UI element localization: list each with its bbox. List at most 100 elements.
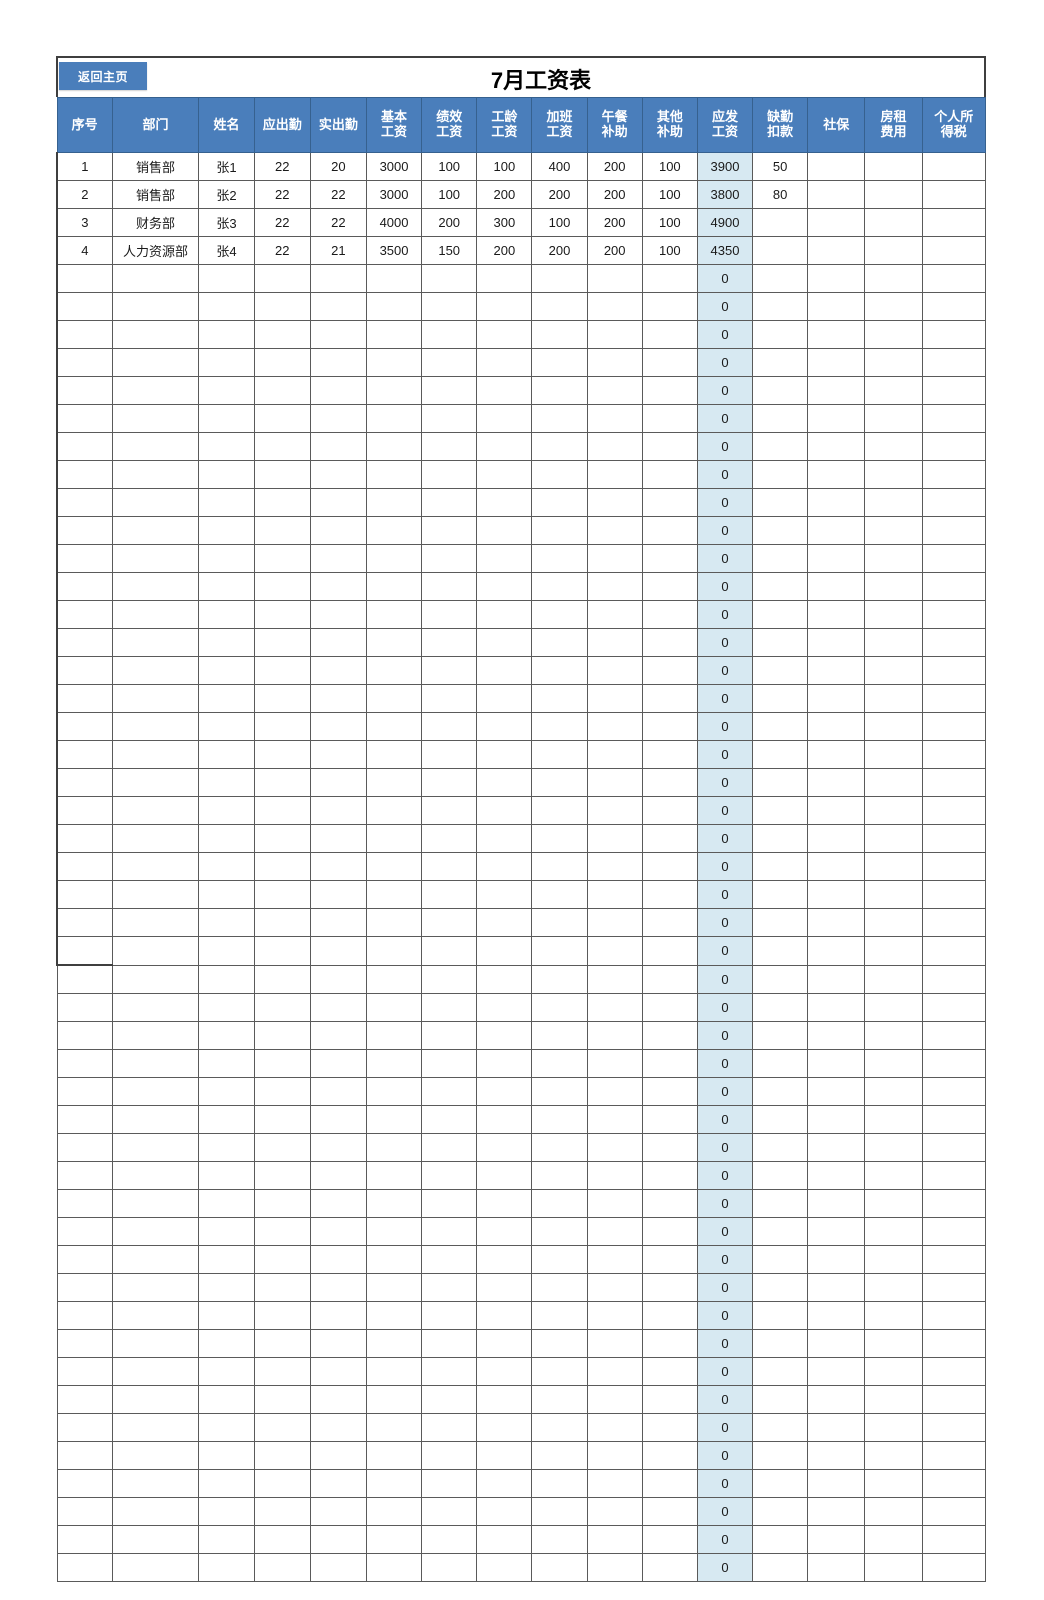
cell-due_att[interactable]	[253, 572, 311, 601]
cell-dept[interactable]: 销售部	[111, 152, 200, 181]
cell-seniority[interactable]	[476, 852, 533, 881]
cell-seniority[interactable]	[476, 908, 533, 937]
cell-overtime[interactable]	[531, 1161, 588, 1190]
cell-gross[interactable]: 0	[696, 1329, 754, 1358]
cell-social[interactable]	[807, 628, 866, 657]
cell-other[interactable]: 100	[641, 236, 698, 265]
cell-overtime[interactable]	[531, 516, 588, 545]
cell-name[interactable]	[198, 796, 255, 825]
cell-gross[interactable]: 0	[696, 1301, 754, 1330]
cell-lunch[interactable]	[586, 1525, 643, 1554]
cell-social[interactable]	[807, 880, 866, 909]
cell-real_att[interactable]	[309, 964, 367, 994]
cell-overtime[interactable]	[531, 1049, 588, 1078]
cell-base[interactable]	[365, 628, 423, 657]
cell-social[interactable]	[807, 236, 866, 265]
cell-gross[interactable]: 0	[696, 516, 754, 545]
cell-dept[interactable]	[111, 1357, 200, 1386]
cell-social[interactable]	[807, 1525, 866, 1554]
cell-real_att[interactable]	[309, 1077, 367, 1106]
cell-due_att[interactable]	[253, 1413, 311, 1442]
cell-lunch[interactable]: 200	[586, 208, 643, 237]
cell-perf[interactable]	[421, 1133, 478, 1162]
cell-tax[interactable]	[921, 1413, 987, 1442]
cell-base[interactable]	[365, 1553, 423, 1582]
cell-overtime[interactable]	[531, 460, 588, 489]
cell-dept[interactable]	[111, 1049, 200, 1078]
cell-overtime[interactable]	[531, 1273, 588, 1302]
cell-overtime[interactable]	[531, 768, 588, 797]
cell-dept[interactable]	[111, 880, 200, 909]
cell-other[interactable]	[641, 292, 698, 321]
cell-due_att[interactable]	[253, 1441, 311, 1470]
cell-idx[interactable]	[55, 628, 113, 657]
cell-overtime[interactable]	[531, 1525, 588, 1554]
cell-other[interactable]	[641, 432, 698, 461]
cell-rent[interactable]	[864, 572, 923, 601]
column-header-idx[interactable]: 序号	[56, 97, 113, 153]
cell-rent[interactable]	[864, 292, 923, 321]
cell-gross[interactable]: 0	[696, 712, 754, 741]
cell-dept[interactable]	[111, 684, 200, 713]
cell-name[interactable]	[198, 348, 255, 377]
cell-base[interactable]	[365, 516, 423, 545]
cell-tax[interactable]	[921, 236, 987, 265]
cell-perf[interactable]	[421, 964, 478, 994]
cell-social[interactable]	[807, 432, 866, 461]
cell-other[interactable]	[641, 768, 698, 797]
cell-tax[interactable]	[921, 1105, 987, 1134]
cell-real_att[interactable]	[309, 824, 367, 853]
cell-overtime[interactable]	[531, 432, 588, 461]
cell-idx[interactable]	[55, 684, 113, 713]
cell-dept[interactable]	[111, 1385, 200, 1414]
cell-perf[interactable]	[421, 1105, 478, 1134]
cell-dept[interactable]	[111, 1469, 200, 1498]
cell-idx[interactable]	[55, 908, 113, 937]
cell-real_att[interactable]	[309, 1021, 367, 1050]
cell-rent[interactable]	[864, 1049, 923, 1078]
cell-due_att[interactable]	[253, 964, 311, 994]
cell-seniority[interactable]	[476, 993, 533, 1022]
cell-lunch[interactable]	[586, 1161, 643, 1190]
cell-gross[interactable]: 0	[696, 600, 754, 629]
cell-base[interactable]	[365, 768, 423, 797]
cell-tax[interactable]	[921, 740, 987, 769]
cell-absence[interactable]	[752, 1329, 809, 1358]
cell-overtime[interactable]	[531, 292, 588, 321]
cell-rent[interactable]	[864, 1273, 923, 1302]
cell-social[interactable]	[807, 740, 866, 769]
cell-gross[interactable]: 0	[696, 432, 754, 461]
cell-seniority[interactable]	[476, 628, 533, 657]
cell-perf[interactable]	[421, 1021, 478, 1050]
cell-other[interactable]	[641, 376, 698, 405]
cell-seniority[interactable]	[476, 572, 533, 601]
cell-lunch[interactable]	[586, 1329, 643, 1358]
cell-tax[interactable]	[921, 712, 987, 741]
cell-other[interactable]	[641, 880, 698, 909]
cell-gross[interactable]: 0	[696, 656, 754, 685]
cell-name[interactable]	[198, 993, 255, 1022]
cell-overtime[interactable]	[531, 544, 588, 573]
cell-rent[interactable]	[864, 768, 923, 797]
cell-tax[interactable]	[921, 1497, 987, 1526]
cell-tax[interactable]	[921, 1469, 987, 1498]
cell-perf[interactable]	[421, 740, 478, 769]
cell-absence[interactable]	[752, 684, 809, 713]
cell-real_att[interactable]	[309, 628, 367, 657]
cell-seniority[interactable]	[476, 292, 533, 321]
cell-idx[interactable]	[55, 656, 113, 685]
cell-base[interactable]	[365, 1525, 423, 1554]
cell-seniority[interactable]	[476, 1021, 533, 1050]
cell-perf[interactable]	[421, 908, 478, 937]
cell-dept[interactable]	[111, 460, 200, 489]
cell-absence[interactable]	[752, 572, 809, 601]
cell-idx[interactable]	[55, 936, 113, 966]
cell-social[interactable]	[807, 824, 866, 853]
cell-rent[interactable]	[864, 1077, 923, 1106]
cell-lunch[interactable]	[586, 993, 643, 1022]
cell-dept[interactable]	[111, 544, 200, 573]
cell-other[interactable]	[641, 488, 698, 517]
cell-base[interactable]	[365, 1133, 423, 1162]
cell-real_att[interactable]	[309, 852, 367, 881]
cell-overtime[interactable]	[531, 1329, 588, 1358]
